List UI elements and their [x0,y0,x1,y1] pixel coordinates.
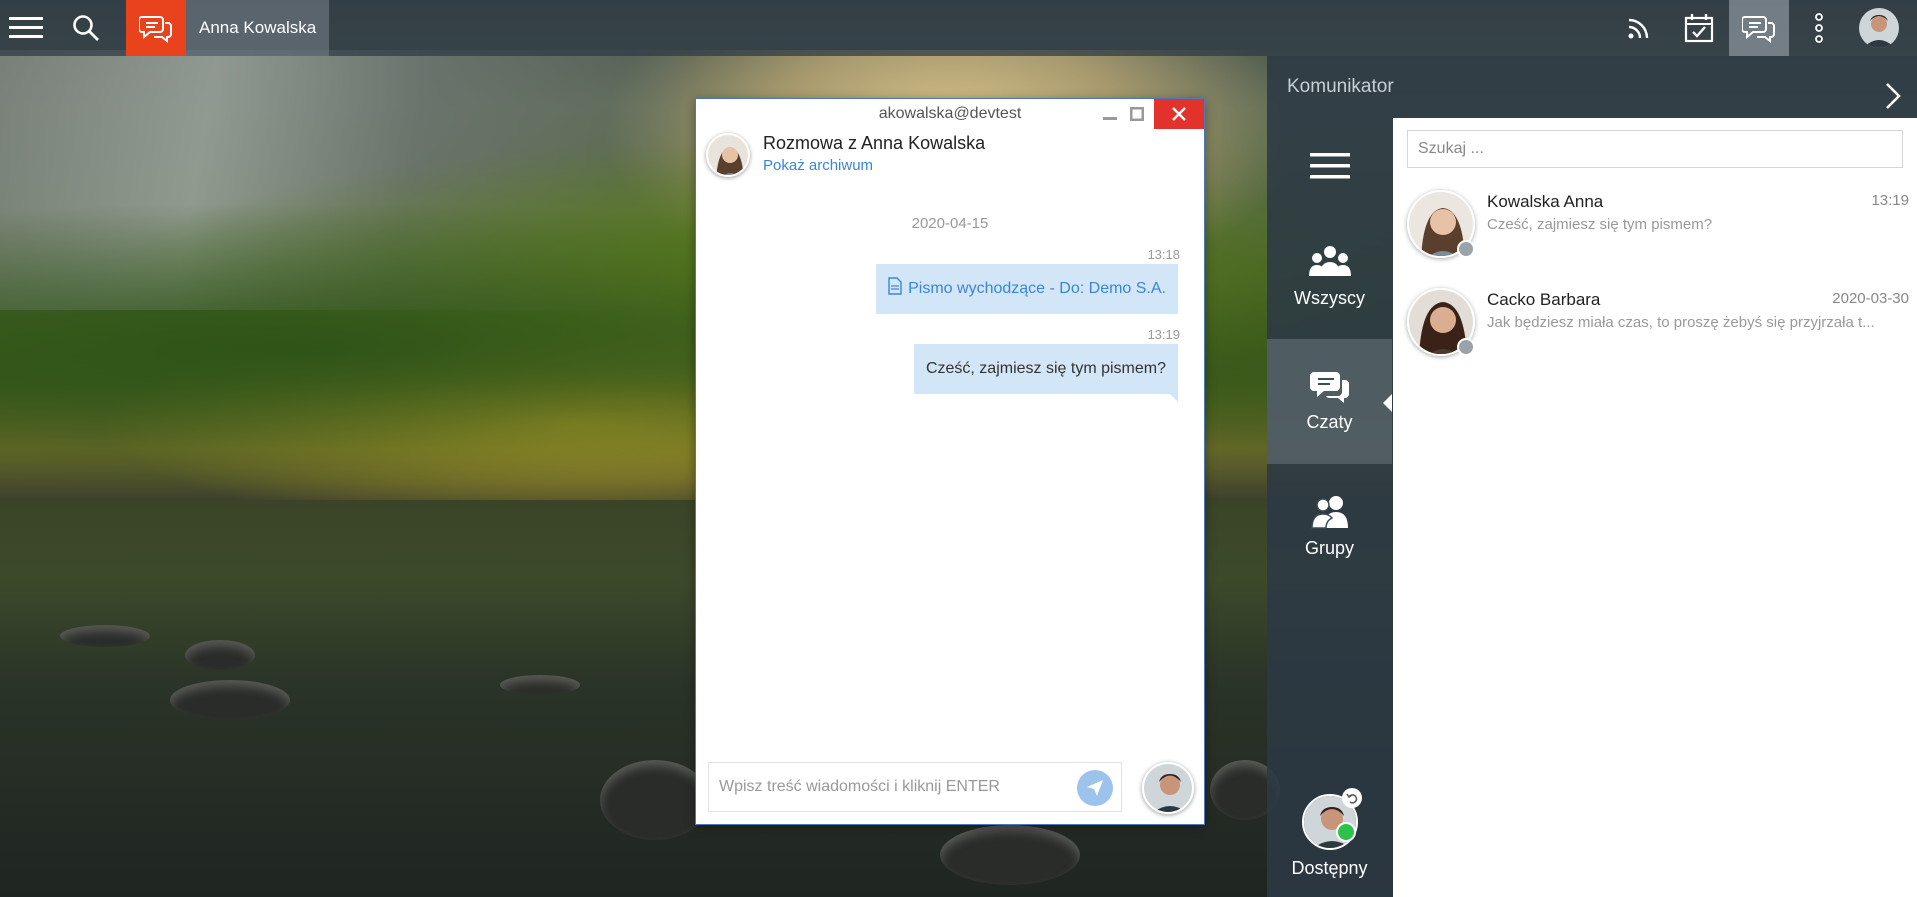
nav-item-groups[interactable]: Grupy [1267,464,1392,589]
conversation-preview: Cześć, zajmiesz się tym pismem? [1487,216,1713,233]
message-bubble: Cześć, zajmiesz się tym pismem? [913,344,1178,402]
message-input-placeholder: Wpisz treść wiadomości i kliknij ENTER [719,778,1000,795]
top-bar: Anna Kowalska [0,0,1917,56]
messenger-title: Komunikator [1287,76,1394,97]
conversation-title: Rozmowa z Anna Kowalska [763,133,986,153]
search-input[interactable]: Szukaj ... [1407,130,1903,168]
group-icon [1308,246,1351,276]
chat-window-title: akowalska@devtest [878,105,1022,122]
messenger-nav: Wszyscy Czaty Grupy Dostępny [1267,118,1392,897]
conversation-time: 13:19 [1871,192,1909,209]
minimize-icon [1103,117,1117,120]
close-icon [1172,107,1186,121]
menu-icon [1309,153,1350,179]
conversation-list: Szukaj ... Kowalska Anna 13:19 Cześć, za… [1393,118,1917,897]
document-icon [888,277,902,295]
search-button[interactable] [60,0,112,56]
more-vertical-icon [1815,13,1823,43]
chat-app-button[interactable] [126,0,186,56]
show-archive-link[interactable]: Pokaż archiwum [763,157,873,174]
online-status-dot [1335,822,1356,842]
minimize-button[interactable] [1098,99,1122,129]
conversation-header: Rozmowa z Anna Kowalska Pokaż archiwum [696,129,1204,183]
menu-icon [9,17,43,38]
chat-icon [1742,16,1775,43]
nav-item-label: Grupy [1304,538,1355,558]
message-bubble-document[interactable]: Pismo wychodzące - Do: Demo S.A. [876,264,1178,314]
nav-item-label: Wszyscy [1294,288,1365,308]
list-item[interactable]: Cacko Barbara 2020-03-30 Jak będziesz mi… [1393,278,1917,376]
conversation-time: 2020-03-30 [1832,290,1909,307]
send-icon [1087,780,1103,796]
more-button[interactable] [1789,0,1849,56]
calendar-check-icon [1684,14,1714,43]
maximize-button[interactable] [1125,99,1149,129]
send-button[interactable] [1077,770,1113,806]
active-chat-user-tab[interactable]: Anna Kowalska [186,0,330,56]
message-time: 13:18 [1147,247,1180,262]
user-name: Anna Kowalska [199,18,317,37]
availability-status[interactable]: Dostępny [1267,788,1392,879]
chats-icon [1309,372,1349,403]
conversation-name: Cacko Barbara [1487,290,1601,309]
close-button[interactable] [1154,99,1204,129]
status-label: Dostępny [1291,858,1368,878]
undo-icon [1345,793,1357,804]
chevron-right-icon [1886,83,1901,109]
search-icon [73,15,99,41]
message-text: Cześć, zajmiesz się tym pismem? [925,360,1166,377]
maximize-icon [1130,107,1144,121]
change-status-button[interactable] [1341,788,1362,808]
offline-status-dot [1457,338,1475,356]
nav-item-label: Czaty [1306,412,1353,432]
nav-item-all[interactable]: Wszyscy [1267,214,1392,339]
avatar [1142,762,1194,814]
rss-icon [1628,18,1649,39]
messenger-panel: Komunikator Wszyscy Czaty Grupy Dostępny… [1267,56,1917,897]
list-item[interactable]: Kowalska Anna 13:19 Cześć, zajmiesz się … [1393,180,1917,278]
date-separator: 2020-04-15 [911,215,989,232]
message-input[interactable]: Wpisz treść wiadomości i kliknij ENTER [708,762,1122,812]
messenger-header: Komunikator [1267,56,1917,118]
conversation-name: Kowalska Anna [1487,192,1604,211]
chat-window: akowalska@devtest Rozmowa z Anna Kowalsk… [695,98,1205,825]
messenger-menu-button[interactable] [1267,118,1392,214]
message-text: Pismo wychodzące - Do: Demo S.A. [908,280,1166,297]
avatar[interactable] [1859,8,1899,48]
conversation-preview: Jak będziesz miała czas, to proszę żebyś… [1487,314,1875,331]
users-icon [1310,496,1348,529]
message-time: 13:19 [1147,327,1180,342]
menu-button[interactable] [0,0,52,56]
feed-button[interactable] [1609,0,1669,56]
messenger-button[interactable] [1729,0,1789,56]
search-placeholder: Szukaj ... [1418,140,1484,157]
nav-item-chats[interactable]: Czaty [1267,339,1392,464]
chat-window-titlebar[interactable]: akowalska@devtest [696,99,1204,129]
avatar [706,133,750,177]
chat-icon [139,16,172,43]
offline-status-dot [1457,240,1475,258]
tasks-button[interactable] [1669,0,1729,56]
